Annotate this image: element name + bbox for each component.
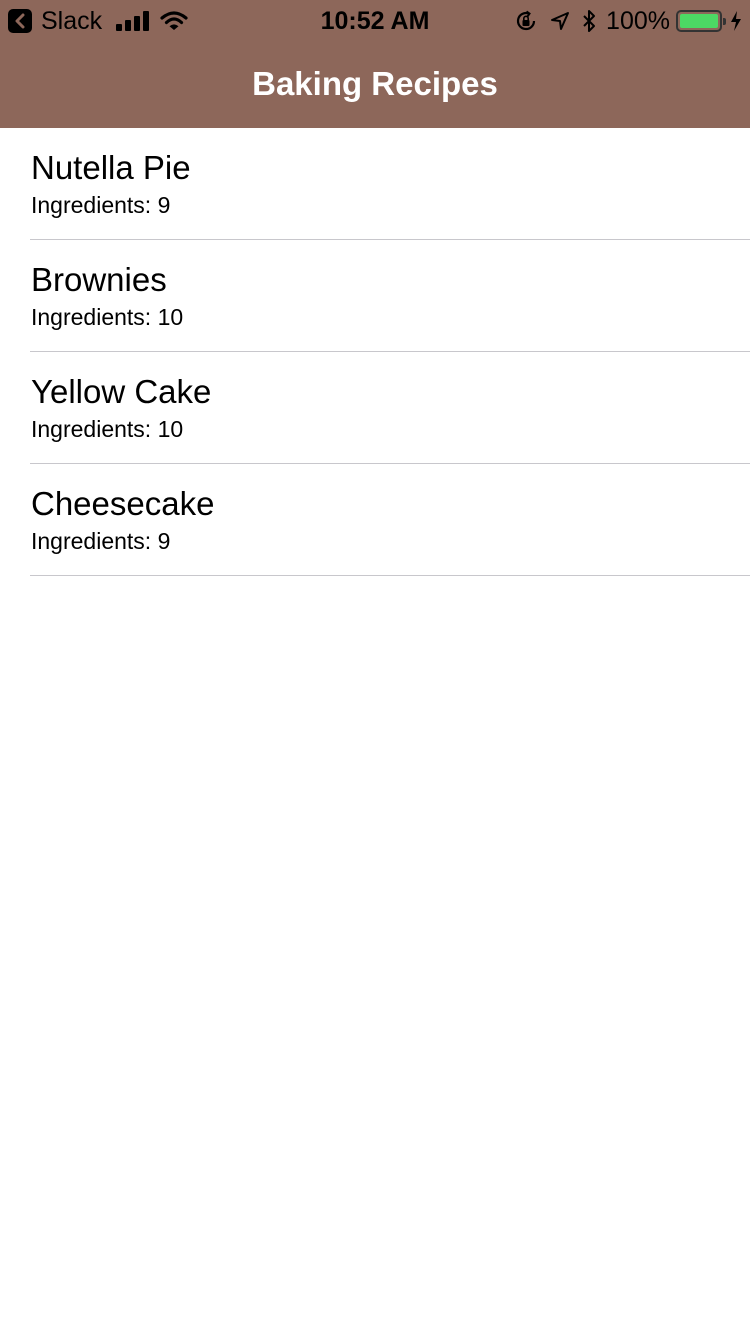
- recipe-ingredients-count: Ingredients: 9: [31, 192, 171, 218]
- battery-icon: [676, 10, 726, 32]
- recipe-name: Nutella Pie: [31, 149, 191, 186]
- top-bar: Slack 10:52 AM 100% Baking Recipes: [0, 0, 750, 128]
- recipe-row-cheesecake[interactable]: Cheesecake Ingredients: 9: [0, 464, 750, 576]
- recipe-name: Brownies: [31, 261, 167, 298]
- battery-fill: [680, 14, 718, 28]
- recipe-row-brownies[interactable]: Brownies Ingredients: 10: [0, 240, 750, 352]
- app-screen: Slack 10:52 AM 100% Baking Recipes Nutel…: [0, 0, 750, 1334]
- recipe-row-yellow-cake[interactable]: Yellow Cake Ingredients: 10: [0, 352, 750, 464]
- recipe-list: Nutella Pie Ingredients: 9 Brownies Ingr…: [0, 128, 750, 576]
- recipe-name: Yellow Cake: [31, 373, 212, 410]
- recipe-ingredients-count: Ingredients: 9: [31, 528, 171, 554]
- location-arrow-icon: [550, 11, 570, 31]
- status-bar: Slack 10:52 AM 100%: [0, 0, 750, 40]
- status-bar-right: 100%: [502, 6, 742, 36]
- page-title: Baking Recipes: [252, 65, 498, 102]
- bluetooth-icon: [582, 9, 596, 33]
- battery-tip: [723, 18, 726, 25]
- battery-percentage: 100%: [606, 6, 670, 35]
- recipe-row-nutella-pie[interactable]: Nutella Pie Ingredients: 9: [0, 128, 750, 240]
- orientation-lock-icon: [514, 9, 538, 33]
- charging-bolt-icon: [730, 10, 742, 32]
- recipe-name: Cheesecake: [31, 485, 215, 522]
- recipe-ingredients-count: Ingredients: 10: [31, 416, 184, 442]
- recipe-ingredients-count: Ingredients: 10: [31, 304, 184, 330]
